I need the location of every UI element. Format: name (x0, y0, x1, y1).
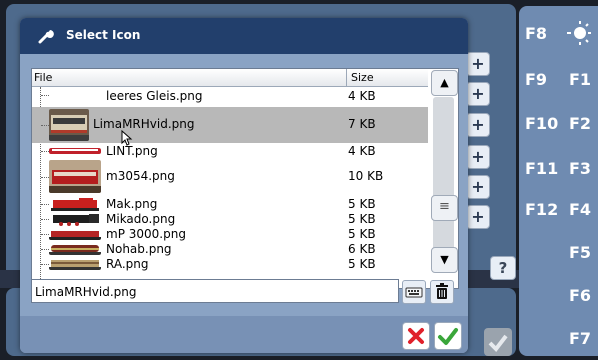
tree-branch (41, 234, 49, 235)
file-name: LINT.png (106, 144, 158, 158)
function-key-f6[interactable]: F6 (569, 286, 591, 305)
add-button-3[interactable]: + (466, 113, 490, 137)
ok-button[interactable] (434, 322, 462, 350)
file-name: RA.png (106, 257, 149, 271)
keyboard-button[interactable] (402, 280, 426, 304)
add-button-1[interactable]: + (466, 52, 490, 76)
trash-icon (436, 283, 448, 299)
function-key-f4[interactable]: F4 (569, 200, 591, 219)
vertical-scrollbar[interactable]: ▲ ≡ ▼ (429, 69, 458, 288)
list-item[interactable]: mP 3000.png 5 KB (32, 227, 428, 242)
help-button[interactable]: ? (490, 256, 516, 280)
close-icon (408, 328, 424, 344)
dialog-title: Select Icon (66, 28, 141, 42)
tree-branch (41, 264, 49, 265)
function-key-f1[interactable]: F1 (569, 70, 591, 89)
railcar-thumbnail (49, 148, 101, 154)
function-key-f10[interactable]: F10 (525, 114, 558, 133)
wrench-icon (38, 30, 54, 44)
column-header-file[interactable]: File (34, 71, 52, 84)
file-size: 5 KB (348, 257, 376, 271)
mouse-cursor-icon (121, 130, 133, 146)
list-item[interactable]: Mikado.png 5 KB (32, 212, 428, 227)
dialog-title-bar: Select Icon (20, 18, 468, 54)
file-size: 5 KB (348, 197, 376, 211)
tree-branch (41, 95, 49, 96)
function-key-f3[interactable]: F3 (569, 159, 591, 178)
add-button-2[interactable]: + (466, 82, 490, 106)
file-size: 10 KB (348, 169, 384, 183)
tree-branch (41, 249, 49, 250)
background-check-button[interactable] (484, 328, 512, 356)
function-key-f12[interactable]: F12 (525, 200, 558, 219)
function-key-f11[interactable]: F11 (525, 159, 558, 178)
file-name: LimaMRHvid.png (93, 117, 195, 131)
add-button-5[interactable]: + (466, 175, 490, 199)
locomotive-thumbnail (49, 160, 101, 193)
keyboard-icon (405, 287, 423, 298)
add-button-6[interactable]: + (466, 205, 490, 229)
locomotive-thumbnail (49, 245, 101, 255)
list-item[interactable]: Nohab.png 6 KB (32, 242, 428, 257)
file-name: Nohab.png (106, 242, 172, 256)
list-item[interactable]: Mak.png 5 KB (32, 197, 428, 212)
light-icon[interactable] (563, 20, 591, 50)
file-size: 4 KB (348, 89, 376, 103)
scroll-down-button[interactable]: ▼ (431, 247, 458, 273)
tree-branch (41, 219, 49, 220)
tree-branch (41, 151, 49, 152)
column-divider[interactable] (346, 69, 347, 86)
file-list[interactable]: File Size leeres Gleis.png 4 KB LimaMRHv… (31, 68, 459, 289)
file-name: m3054.png (106, 169, 175, 183)
function-key-f7[interactable]: F7 (569, 329, 591, 348)
file-size: 4 KB (348, 144, 376, 158)
file-name: Mikado.png (106, 212, 176, 226)
check-icon (438, 328, 458, 345)
tree-branch (41, 177, 49, 178)
column-header-size[interactable]: Size (351, 71, 374, 84)
list-item[interactable]: leeres Gleis.png 4 KB (32, 87, 428, 105)
scroll-thumb[interactable]: ≡ (431, 195, 458, 221)
function-key-f9[interactable]: F9 (525, 70, 547, 89)
cancel-button[interactable] (402, 322, 430, 350)
file-name: mP 3000.png (106, 227, 186, 241)
function-key-panel: F8 F9 F1 F10 F2 F11 F3 F12 F4 F5 F6 F7 (519, 6, 598, 356)
select-icon-dialog: Select Icon File Size leeres Gleis.png 4… (20, 18, 468, 353)
function-key-f2[interactable]: F2 (569, 114, 591, 133)
file-size: 5 KB (348, 227, 376, 241)
delete-button[interactable] (430, 280, 454, 304)
function-key-f5[interactable]: F5 (569, 243, 591, 262)
file-list-header: File Size (32, 69, 428, 87)
locomotive-thumbnail (49, 231, 101, 240)
function-key-f8[interactable]: F8 (525, 24, 547, 43)
scroll-up-button[interactable]: ▲ (431, 70, 458, 96)
locomotive-thumbnail (51, 198, 99, 211)
file-size: 7 KB (348, 117, 376, 131)
file-size: 5 KB (348, 212, 376, 226)
filename-input[interactable]: LimaMRHvid.png (31, 279, 399, 303)
check-icon (488, 334, 508, 353)
file-size: 6 KB (348, 242, 376, 256)
scroll-track[interactable] (433, 97, 454, 259)
steam-locomotive-thumbnail (53, 214, 99, 226)
dialog-footer (20, 316, 468, 353)
tree-branch (41, 125, 49, 126)
list-item[interactable]: RA.png 5 KB (32, 257, 428, 272)
add-button-4[interactable]: + (466, 145, 490, 169)
tree-branch (41, 204, 49, 205)
list-item-selected[interactable]: LimaMRHvid.png 7 KB (32, 107, 428, 143)
list-item[interactable]: m3054.png 10 KB (32, 159, 428, 195)
list-item[interactable]: LINT.png 4 KB (32, 144, 428, 158)
file-name: Mak.png (106, 197, 158, 211)
file-list-rows: leeres Gleis.png 4 KB LimaMRHvid.png 7 K… (32, 87, 428, 287)
file-name: leeres Gleis.png (106, 89, 203, 103)
locomotive-thumbnail (49, 260, 101, 270)
locomotive-thumbnail (49, 109, 89, 141)
